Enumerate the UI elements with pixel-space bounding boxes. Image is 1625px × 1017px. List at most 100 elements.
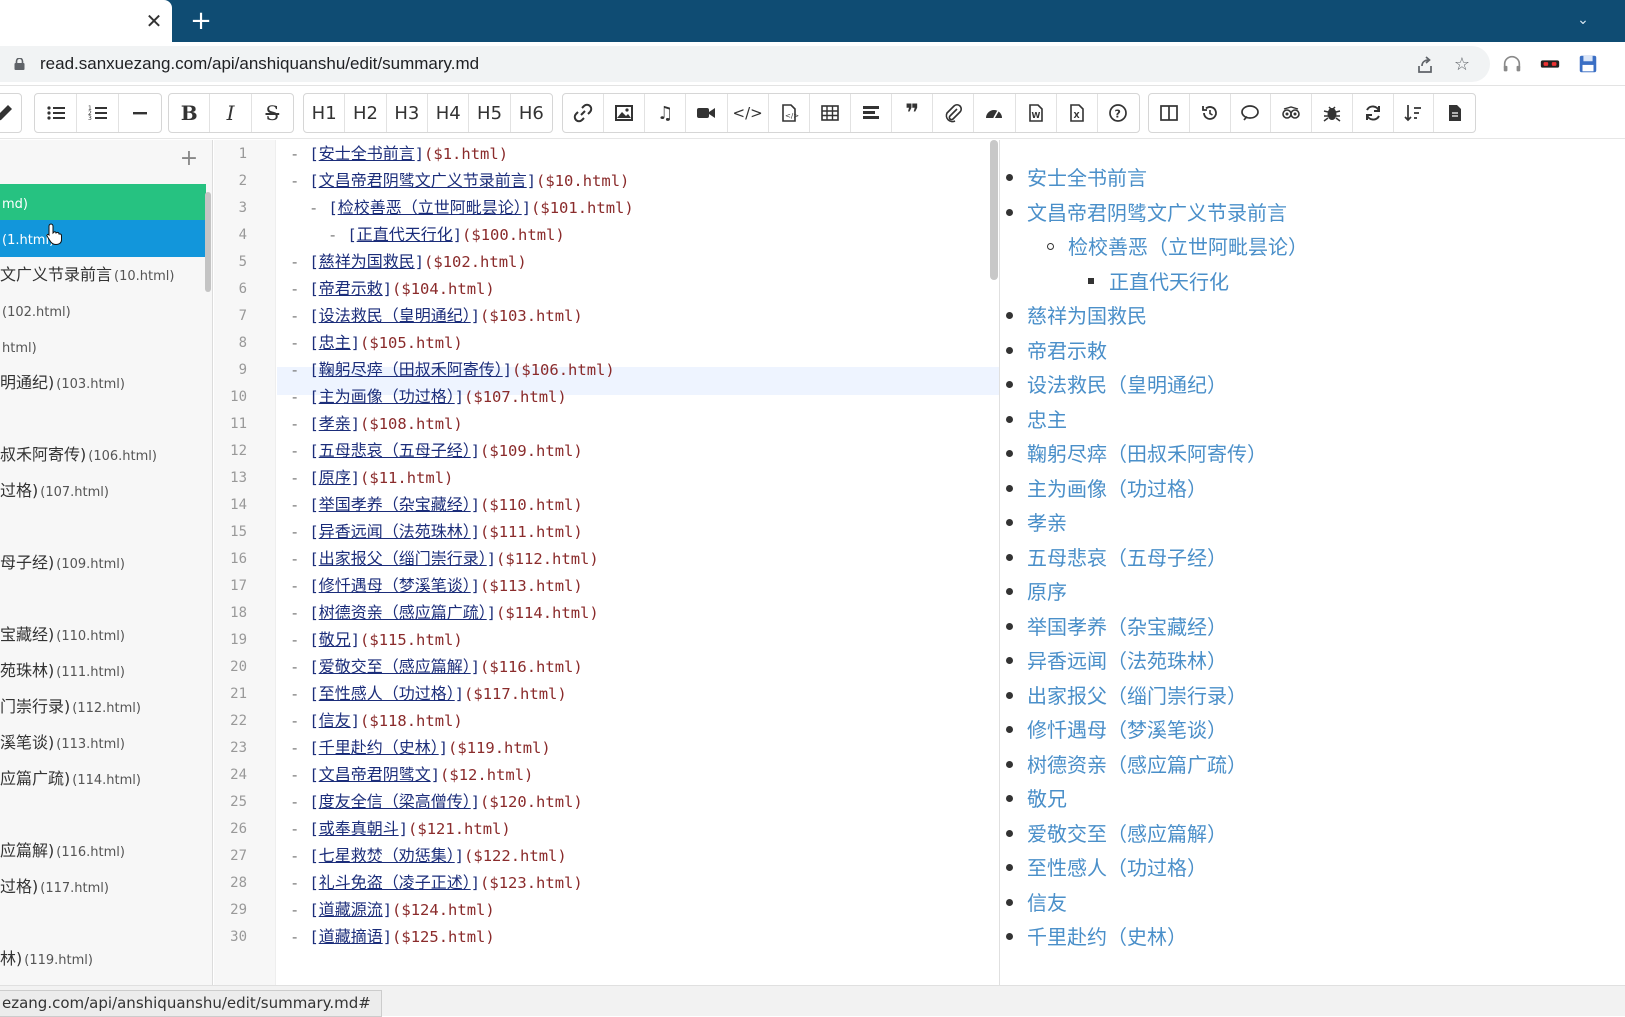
code-line[interactable]: - [七星救焚（劝惩集）]($122.html): [290, 842, 567, 870]
preview-link[interactable]: 五母悲哀（五母子经）: [1027, 542, 1227, 571]
preview-link[interactable]: 原序: [1027, 576, 1067, 605]
link-icon[interactable]: [563, 94, 605, 132]
preview-link[interactable]: 举国孝养（杂宝藏经）: [1027, 611, 1227, 640]
code-line[interactable]: - [举国孝养（杂宝藏经）]($110.html): [290, 491, 583, 519]
sidebar-item[interactable]: 明通纪) (103.html): [0, 364, 206, 401]
code-line[interactable]: - [礼斗免盗（凌子正述）]($123.html): [290, 869, 583, 897]
editor-scrollbar[interactable]: [990, 140, 998, 280]
sidebar-item[interactable]: 门崇行录) (112.html): [0, 688, 206, 725]
omnibox[interactable]: read.sanxuezang.com/api/anshiquanshu/edi…: [0, 46, 1490, 82]
code-line[interactable]: - [异香远闻（法苑珠林）]($111.html): [290, 518, 583, 546]
code-line[interactable]: - [树德资亲（感应篇广疏）]($114.html): [290, 599, 599, 627]
refresh-icon[interactable]: [1353, 94, 1394, 132]
sidebar-item[interactable]: 林) (119.html): [0, 940, 206, 977]
sidebar-item[interactable]: 应篇广疏) (114.html): [0, 760, 206, 797]
dashboard-icon[interactable]: [974, 94, 1016, 132]
close-tab-icon[interactable]: ✕: [142, 9, 166, 33]
preview-link[interactable]: 主为画像（功过格）: [1027, 473, 1207, 502]
pencil-icon[interactable]: [0, 94, 21, 132]
code-icon[interactable]: </>: [728, 94, 769, 132]
help-icon[interactable]: ?: [1098, 94, 1139, 132]
url-text[interactable]: read.sanxuezang.com/api/anshiquanshu/edi…: [40, 54, 479, 74]
markdown-editor[interactable]: 1 2 3 4 5 6 7 8 9 10 11 12 13 14 15 16 17 18 19 20 21 22 23 24 2…: [214, 140, 1000, 985]
sidebar-item[interactable]: [0, 580, 206, 617]
attachment-icon[interactable]: [933, 94, 975, 132]
code-line[interactable]: - [修忏遇母（梦溪笔谈）]($113.html): [290, 572, 583, 600]
preview-link[interactable]: 千里赴约（史林）: [1027, 921, 1187, 950]
code-line[interactable]: - [道藏源流]($124.html): [290, 896, 495, 924]
heading-4-button[interactable]: H4: [428, 94, 470, 132]
preview-link[interactable]: 信友: [1027, 887, 1067, 916]
sidebar-item[interactable]: [0, 796, 206, 833]
sidebar-item[interactable]: 过格) (117.html): [0, 868, 206, 905]
preview-link[interactable]: 慈祥为国救民: [1027, 300, 1147, 329]
bookmark-star-icon[interactable]: ☆: [1451, 54, 1473, 76]
sidebar-item[interactable]: 溪笔谈) (113.html): [0, 724, 206, 761]
active-tab[interactable]: ✕: [0, 0, 172, 42]
sidebar-item[interactable]: 母子经) (109.html): [0, 544, 206, 581]
quote-icon[interactable]: ❞: [892, 94, 934, 132]
ordered-list-icon[interactable]: 123: [77, 94, 119, 132]
preview-link[interactable]: 爱敬交至（感应篇解）: [1027, 818, 1227, 847]
preview-link[interactable]: 出家报父（缁门崇行录）: [1027, 680, 1247, 709]
heading-5-button[interactable]: H5: [469, 94, 511, 132]
code-line[interactable]: - [帝君示敕]($104.html): [290, 275, 495, 303]
code-line[interactable]: - [孝亲]($108.html): [290, 410, 463, 438]
code-line[interactable]: - [文昌帝君阴骘文广义节录前言]($10.html): [290, 167, 629, 195]
excel-file-icon[interactable]: X: [1057, 94, 1098, 132]
code-line[interactable]: - [文昌帝君阴骘文]($12.html): [290, 761, 533, 789]
sidebar-item[interactable]: (102.html): [0, 292, 206, 329]
preview-link[interactable]: 正直代天行化: [1109, 266, 1229, 295]
preview-link[interactable]: 安士全书前言: [1027, 162, 1147, 191]
code-line[interactable]: - [或奉真朝斗]($121.html): [290, 815, 511, 843]
code-line[interactable]: - [出家报父（缁门崇行录）]($112.html): [290, 545, 599, 573]
code-line[interactable]: - [鞠躬尽瘁（田叔禾阿寄传）]($106.html): [290, 356, 615, 384]
code-line[interactable]: - [忠主]($105.html): [290, 329, 463, 357]
code-line[interactable]: - [检校善恶（立世阿毗昙论）]($101.html): [309, 194, 634, 222]
table-icon[interactable]: [810, 94, 851, 132]
save-extension-icon[interactable]: [1576, 53, 1600, 77]
code-line[interactable]: - [道藏摘语]($125.html): [290, 923, 495, 951]
split-view-icon[interactable]: [1149, 94, 1190, 132]
music-icon[interactable]: ♫: [645, 94, 687, 132]
sidebar-item[interactable]: 宝藏经) (110.html): [0, 616, 206, 653]
code-line[interactable]: - [慈祥为国救民]($102.html): [290, 248, 527, 276]
preview-link[interactable]: 文昌帝君阴骘文广义节录前言: [1027, 197, 1287, 226]
sidebar-item[interactable]: 苑珠林) (111.html): [0, 652, 206, 689]
headphones-extension-icon[interactable]: [1500, 53, 1524, 77]
sidebar-item[interactable]: 文广义节录前言 (10.html): [0, 256, 206, 293]
unordered-list-icon[interactable]: [35, 94, 77, 132]
image-icon[interactable]: [604, 94, 646, 132]
comment-icon[interactable]: [1231, 94, 1272, 132]
preview-link[interactable]: 至性感人（功过格）: [1027, 852, 1207, 881]
sidebar-item[interactable]: [0, 904, 206, 941]
code-line[interactable]: - [度友全信（梁高僧传）]($120.html): [290, 788, 583, 816]
preview-link[interactable]: 检校善恶（立世阿毗昙论）: [1068, 231, 1308, 260]
code-line[interactable]: - [至性感人（功过格）]($117.html): [290, 680, 567, 708]
code-line[interactable]: - [爱敬交至（感应篇解）]($116.html): [290, 653, 583, 681]
document-icon[interactable]: [1434, 94, 1475, 132]
heading-6-button[interactable]: H6: [511, 94, 552, 132]
code-line[interactable]: - [原序]($11.html): [290, 464, 453, 492]
heading-2-button[interactable]: H2: [345, 94, 387, 132]
code-line[interactable]: - [敬兄]($115.html): [290, 626, 463, 654]
italic-button[interactable]: I: [210, 94, 252, 132]
sidebar-item[interactable]: 叔禾阿寄传) (106.html): [0, 436, 206, 473]
sidebar-item[interactable]: [0, 400, 206, 437]
code-line[interactable]: - [信友]($118.html): [290, 707, 463, 735]
share-icon[interactable]: [1414, 54, 1436, 76]
tab-search-chevron-icon[interactable]: ⌄: [1568, 8, 1598, 32]
bug-icon[interactable]: [1312, 94, 1353, 132]
horizontal-rule-icon[interactable]: [119, 94, 161, 132]
sidebar-item[interactable]: 应篇解) (116.html): [0, 832, 206, 869]
sidebar-item[interactable]: [0, 508, 206, 545]
preview-link[interactable]: 帝君示敕: [1027, 335, 1107, 364]
preview-link[interactable]: 忠主: [1027, 404, 1067, 433]
code-line[interactable]: - [正直代天行化]($100.html): [328, 221, 565, 249]
sort-icon[interactable]: [1394, 94, 1435, 132]
strikethrough-button[interactable]: S: [252, 94, 293, 132]
add-file-icon[interactable]: +: [178, 148, 200, 170]
sidebar-item[interactable]: (1.html): [0, 220, 206, 257]
video-camera-icon[interactable]: [686, 94, 728, 132]
preview-link[interactable]: 设法救民（皇明通纪）: [1027, 369, 1227, 398]
